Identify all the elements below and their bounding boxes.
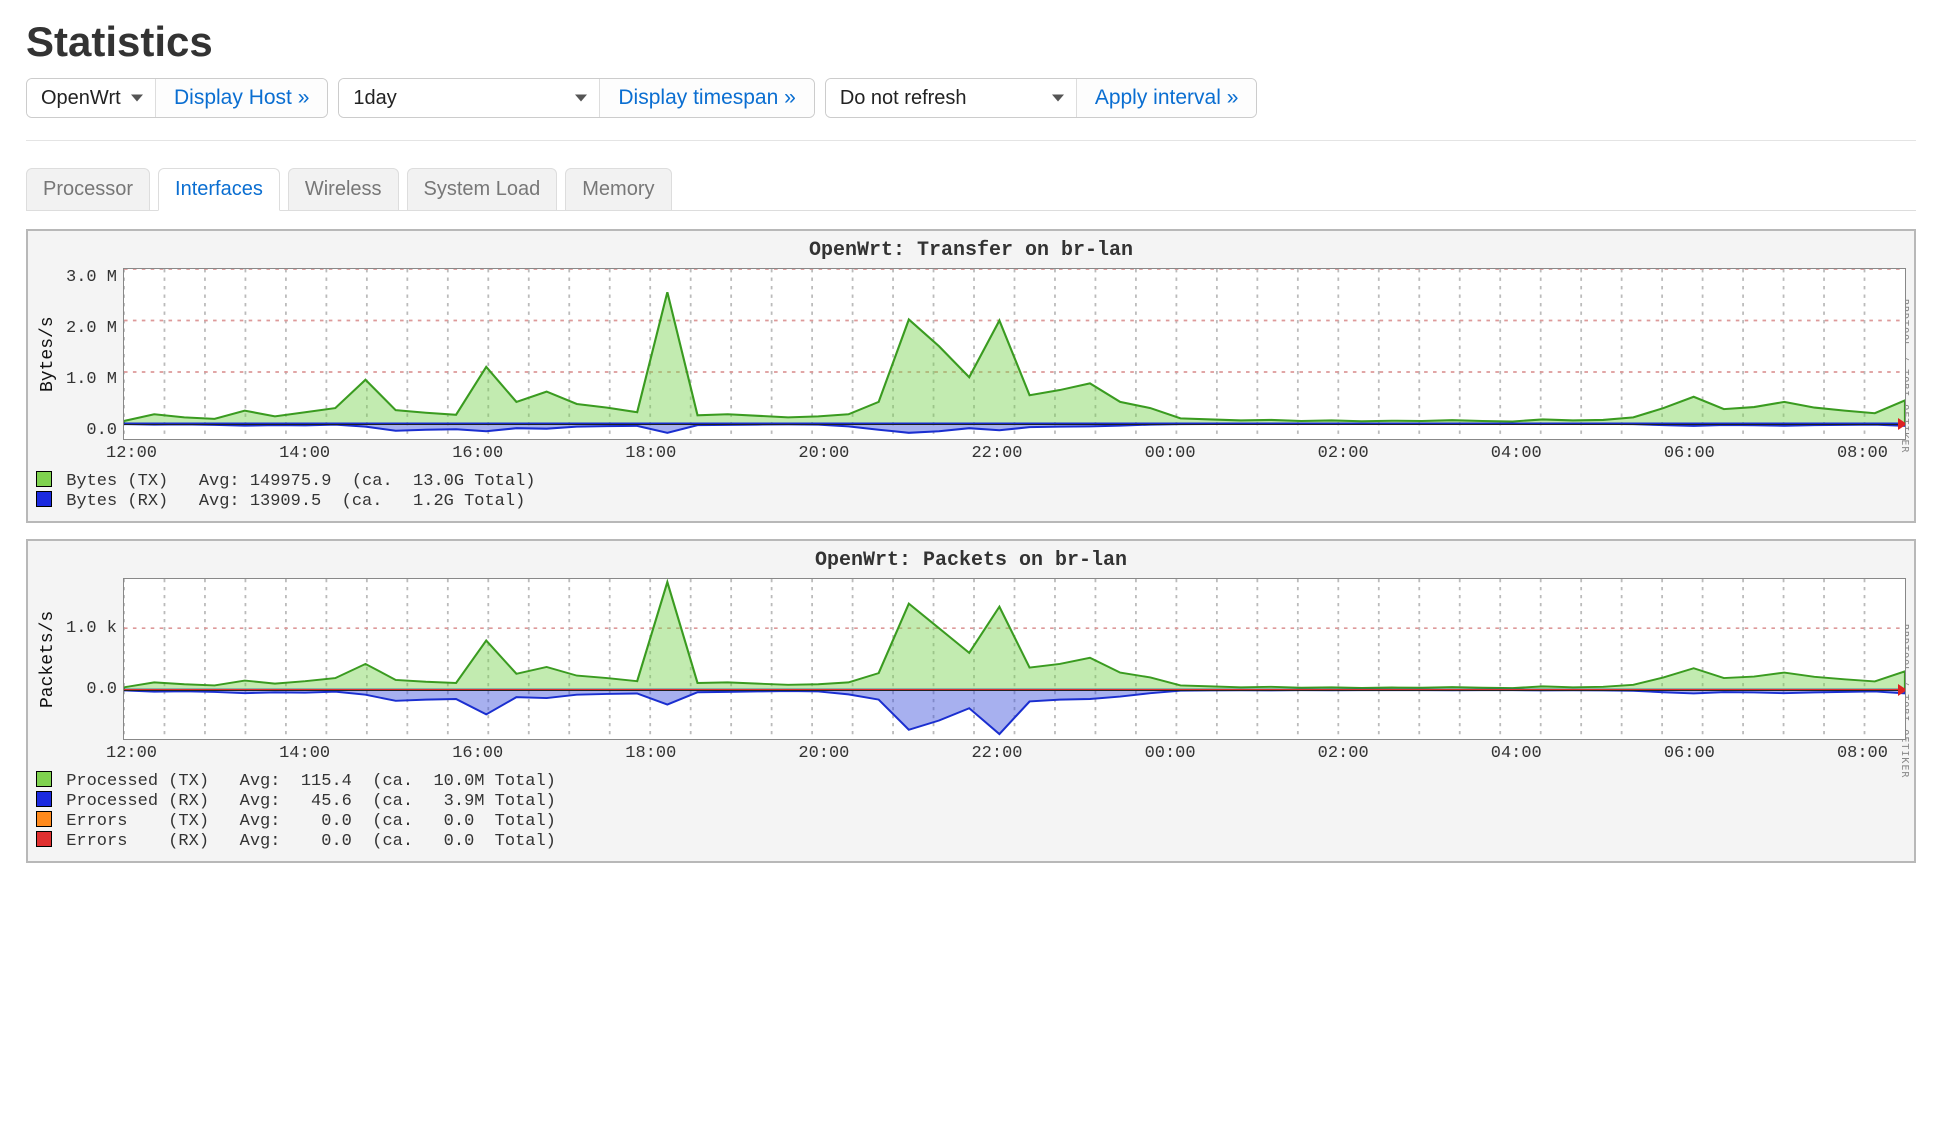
tab-processor[interactable]: Processor	[26, 168, 150, 211]
plot-area	[123, 578, 1906, 740]
legend-text: Processed (TX) Avg: 115.4 (ca. 10.0M Tot…	[56, 772, 556, 791]
tab-system-load[interactable]: System Load	[407, 168, 558, 211]
chart-legend: Processed (TX) Avg: 115.4 (ca. 10.0M Tot…	[36, 771, 1906, 851]
display-host-button[interactable]: Display Host »	[155, 79, 327, 117]
y-axis-label: Packets/s	[36, 578, 60, 740]
y-axis-ticks: 1.0 k0.0	[60, 578, 123, 740]
chart-title: OpenWrt: Transfer on br-lan	[36, 239, 1906, 262]
legend-text: Bytes (TX) Avg: 149975.9 (ca. 13.0G Tota…	[56, 472, 535, 491]
legend-swatch	[36, 811, 52, 827]
divider	[26, 140, 1916, 141]
axis-arrow-icon	[1898, 418, 1906, 430]
tabs: ProcessorInterfacesWirelessSystem LoadMe…	[26, 167, 1916, 211]
legend-text: Processed (RX) Avg: 45.6 (ca. 3.9M Total…	[56, 792, 556, 811]
legend-swatch	[36, 831, 52, 847]
legend-swatch	[36, 491, 52, 507]
x-axis-ticks: 12:0014:0016:0018:0020:0022:0000:0002:00…	[106, 440, 1888, 463]
y-axis-ticks: 3.0 M2.0 M1.0 M0.0	[60, 268, 123, 440]
legend-text: Errors (RX) Avg: 0.0 (ca. 0.0 Total)	[56, 832, 556, 851]
legend-text: Errors (TX) Avg: 0.0 (ca. 0.0 Total)	[56, 812, 556, 831]
legend-swatch	[36, 471, 52, 487]
legend-swatch	[36, 771, 52, 787]
stats-toolbar: OpenWrt Display Host » 1day Display time…	[26, 78, 1916, 118]
legend-text: Bytes (RX) Avg: 13909.5 (ca. 1.2G Total)	[56, 492, 525, 511]
tab-memory[interactable]: Memory	[565, 168, 671, 211]
legend-swatch	[36, 791, 52, 807]
chart-legend: Bytes (TX) Avg: 149975.9 (ca. 13.0G Tota…	[36, 471, 1906, 511]
apply-interval-button[interactable]: Apply interval »	[1076, 79, 1257, 117]
axis-arrow-icon	[1898, 684, 1906, 696]
y-axis-label: Bytes/s	[36, 268, 60, 440]
timespan-group: 1day Display timespan »	[338, 78, 814, 118]
refresh-select-wrap: Do not refresh	[826, 79, 1076, 117]
host-select[interactable]: OpenWrt	[27, 79, 155, 117]
chart-title: OpenWrt: Packets on br-lan	[36, 549, 1906, 572]
tab-wireless[interactable]: Wireless	[288, 168, 399, 211]
x-axis-ticks: 12:0014:0016:0018:0020:0022:0000:0002:00…	[106, 740, 1888, 763]
chart-transfer: RRDTOOL / TOBI OETIKEROpenWrt: Transfer …	[26, 229, 1916, 523]
host-select-wrap: OpenWrt	[27, 79, 155, 117]
timespan-select[interactable]: 1day	[339, 79, 599, 117]
page-title: Statistics	[26, 18, 1916, 66]
refresh-group: Do not refresh Apply interval »	[825, 78, 1258, 118]
plot-area	[123, 268, 1906, 440]
timespan-select-wrap: 1day	[339, 79, 599, 117]
chart-packets: RRDTOOL / TOBI OETIKEROpenWrt: Packets o…	[26, 539, 1916, 863]
tab-interfaces[interactable]: Interfaces	[158, 168, 280, 211]
display-timespan-button[interactable]: Display timespan »	[599, 79, 813, 117]
refresh-select[interactable]: Do not refresh	[826, 79, 1076, 117]
host-group: OpenWrt Display Host »	[26, 78, 328, 118]
